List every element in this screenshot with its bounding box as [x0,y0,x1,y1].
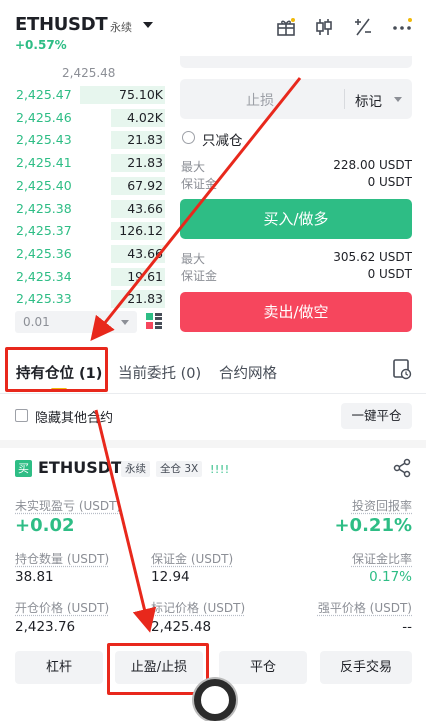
precision-select[interactable]: 0.01 [15,311,137,333]
order-book-price: 2,425.33 [16,291,72,307]
liquidation-price-label[interactable]: 强平价格 (USDT) [318,599,412,616]
unrealized-pnl-value: +0.02 [15,515,75,536]
order-book-row[interactable]: 2,425.33 21.83 [0,288,175,310]
floating-home-button[interactable] [194,679,236,721]
margin-ratio-value: 0.17% [369,569,412,585]
gift-icon[interactable] [275,16,297,38]
order-book-quantity: 21.83 [127,132,163,148]
buy-long-button[interactable]: 买入/做多 [180,199,412,239]
order-book-row[interactable]: 2,425.38 43.66 [0,198,175,220]
header: ETHUSDT 永续 +0.57% [0,0,426,58]
highlight-box-positions-tab [5,347,108,392]
chevron-down-icon [121,320,129,325]
order-book-price: 2,425.41 [16,155,72,171]
symbol-title[interactable]: ETHUSDT [15,14,108,35]
roi-value: +0.21% [334,515,412,536]
order-book-quantity: 21.83 [127,291,163,307]
reduce-only-label[interactable]: 只减仓 [202,129,243,149]
buy-margin-value: 0 USDT [367,175,412,189]
sell-max-label: 最大 [181,252,206,266]
buy-max-label: 最大 [181,160,206,174]
stop-loss-placeholder: 止损 [246,93,274,109]
contract-type-label[interactable]: 永续 [110,19,132,35]
more-icon[interactable] [391,16,413,38]
order-book-row[interactable]: 2,425.37 126.12 [0,220,175,242]
margin-mode-pill[interactable]: 全仓 3X [156,461,203,477]
order-book-row[interactable]: 2,425.34 19.61 [0,266,175,288]
order-book-layout-icon[interactable] [145,312,163,330]
close-all-button[interactable]: 一键平仓 [341,403,412,429]
symbol-dropdown-icon[interactable] [143,22,153,28]
order-book-quantity: 19.61 [127,268,163,284]
order-book-price: 2,425.36 [16,245,72,261]
order-book-quantity: 67.92 [127,177,163,193]
price-type-select[interactable]: 标记 [355,90,382,110]
sell-margin-label: 保证金 [181,269,218,283]
order-book-price: 2,425.47 [16,87,72,102]
contract-type-pill: 永续 [121,461,150,477]
margin-ratio-label[interactable]: 保证金比率 [352,550,412,567]
unrealized-pnl-label[interactable]: 未实现盈亏 (USDT) [15,497,121,514]
close-position-button[interactable]: 平仓 [219,651,307,684]
order-book-price: 2,425.43 [16,132,72,148]
stop-loss-input[interactable]: 止损 标记 [180,79,412,119]
order-book-quantity: 126.12 [119,223,163,239]
precision-value: 0.01 [23,315,50,329]
order-book-row[interactable]: 2,425.41 21.83 [0,152,175,174]
tab-grid[interactable]: 合约网格 [219,362,277,383]
price-input[interactable] [180,56,412,68]
plus-minus-icon[interactable] [352,16,374,38]
price-change: +0.57% [15,38,67,52]
divider [0,393,426,394]
share-icon[interactable] [392,458,412,478]
entry-price-value: 2,423.76 [15,619,76,635]
order-book-price: 2,425.34 [16,268,72,284]
divider [344,89,345,109]
order-book-row[interactable]: 2,425.36 43.66 [0,243,175,265]
order-book-quantity: 43.66 [127,245,163,261]
margin-label[interactable]: 保证金 (USDT) [151,550,233,567]
order-book-mid-price: 2,425.48 [62,66,116,80]
order-book-row[interactable]: 2,425.40 67.92 [0,175,175,197]
order-book-price: 2,425.37 [16,223,72,239]
order-book-price: 2,425.46 [16,109,72,125]
history-icon[interactable] [392,358,412,380]
section-divider [0,440,426,448]
mark-price-value: 2,425.48 [151,619,212,635]
order-book-price: 2,425.40 [16,177,72,193]
side-badge: 买 [15,460,32,477]
mark-price-label[interactable]: 标记价格 (USDT) [151,599,245,616]
highlight-box-tpsl-button [107,643,209,695]
margin-value: 12.94 [151,569,190,585]
reduce-only-radio[interactable] [182,131,195,144]
liquidation-price-value: -- [402,619,412,635]
order-book-quantity: 4.02K [126,109,163,125]
chevron-down-icon[interactable] [394,97,402,102]
order-book-price: 2,425.38 [16,200,72,216]
tab-open-orders[interactable]: 当前委托 (0) [118,362,201,383]
roi-label[interactable]: 投资回报率 [352,497,412,514]
position-size-value: 38.81 [15,569,54,585]
hide-other-contracts-label[interactable]: 隐藏其他合约 [35,407,113,426]
order-book-quantity: 75.10K [119,87,163,102]
buy-margin-label: 保证金 [181,177,218,191]
adl-indicator: !!!! [210,463,230,476]
sell-margin-value: 0 USDT [367,267,412,281]
order-book-quantity: 43.66 [127,200,163,216]
sell-short-button[interactable]: 卖出/做空 [180,292,412,332]
order-book-quantity: 21.83 [127,155,163,171]
buy-max-value: 228.00 USDT [333,158,412,172]
order-book-row[interactable]: 2,425.43 21.83 [0,129,175,151]
entry-price-label[interactable]: 开仓价格 (USDT) [15,599,109,616]
leverage-button[interactable]: 杠杆 [15,651,103,684]
position-size-label[interactable]: 持仓数量 (USDT) [15,550,109,567]
candlestick-icon[interactable] [313,16,335,38]
hide-other-contracts-checkbox[interactable] [15,409,28,422]
order-book-row[interactable]: 2,425.46 4.02K [0,107,175,129]
order-book-row[interactable]: 2,425.47 75.10K [0,84,175,106]
position-symbol[interactable]: ETHUSDT [38,458,122,477]
sell-max-value: 305.62 USDT [333,250,412,264]
reverse-trade-button[interactable]: 反手交易 [320,651,412,684]
